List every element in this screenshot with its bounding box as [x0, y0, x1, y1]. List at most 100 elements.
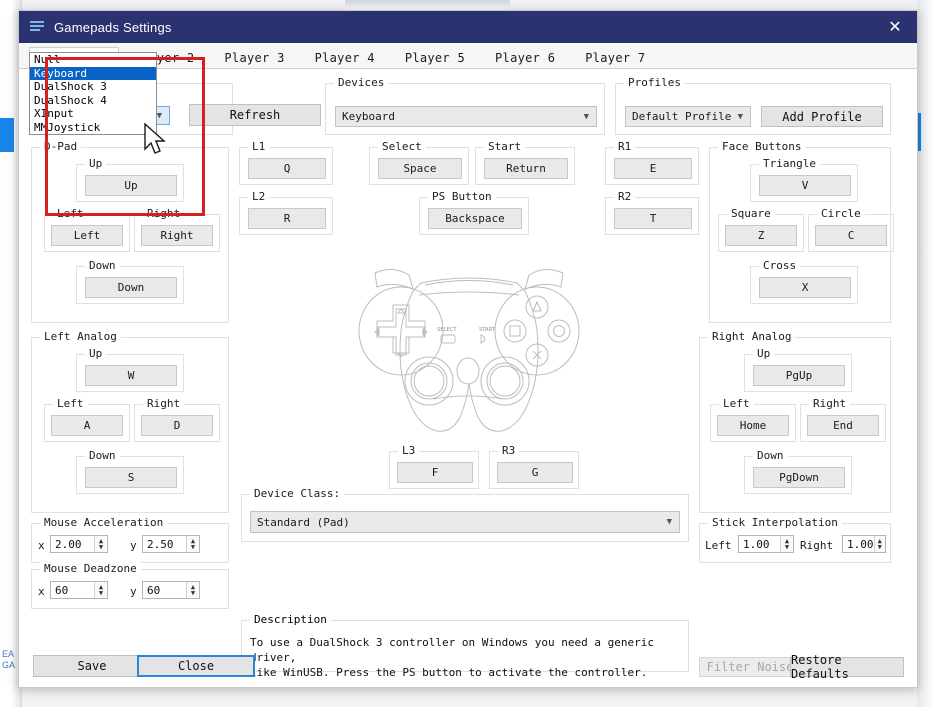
- mouse-deadzone-y-stepper[interactable]: 60 ▲ ▼: [142, 581, 200, 599]
- select-binding-button[interactable]: Space: [378, 158, 462, 179]
- handlers-option-mmjoystick[interactable]: MMJoystick: [30, 121, 156, 135]
- description-line-1: To use a DualShock 3 controller on Windo…: [250, 636, 654, 664]
- ps-binding-button[interactable]: Backspace: [428, 208, 522, 229]
- devices-select-value: Keyboard: [342, 110, 395, 123]
- l3-binding-button[interactable]: F: [397, 462, 473, 483]
- stick-interp-right-value: 1.00: [847, 537, 874, 551]
- handlers-option-dualshock-3[interactable]: DualShock 3: [30, 80, 156, 94]
- dpad-left-group: Left Left: [44, 207, 130, 252]
- add-profile-button[interactable]: Add Profile: [761, 106, 883, 127]
- left-analog-right-binding-button[interactable]: D: [141, 415, 213, 436]
- restore-defaults-button[interactable]: Restore Defaults: [790, 653, 904, 681]
- mouse-deadzone-group: Mouse Deadzone x 60 ▲ ▼ y 60 ▲ ▼: [31, 562, 229, 609]
- mouse-deadzone-label: Mouse Deadzone: [40, 562, 141, 575]
- stepper-arrows-icon[interactable]: ▲ ▼: [94, 582, 107, 598]
- stepper-arrows-icon[interactable]: ▲ ▼: [873, 536, 885, 552]
- mouse-deadzone-x-value: 60: [55, 583, 69, 597]
- dpad-left-binding-button[interactable]: Left: [51, 225, 123, 246]
- left-analog-right-label: Right: [143, 397, 185, 410]
- triangle-label: Triangle: [759, 157, 820, 170]
- stepper-arrows-icon[interactable]: ▲ ▼: [780, 536, 793, 552]
- triangle-group: Triangle V: [750, 157, 858, 202]
- chevron-down-icon: ▼: [583, 111, 589, 122]
- description-label: Description: [250, 613, 331, 626]
- cross-binding-button[interactable]: X: [759, 277, 851, 298]
- ps-button-group: PS Button Backspace: [419, 190, 529, 235]
- right-analog-down-label: Down: [753, 449, 788, 462]
- r2-binding-button[interactable]: T: [614, 208, 692, 229]
- refresh-button[interactable]: Refresh: [189, 104, 321, 126]
- stepper-arrows-icon[interactable]: ▲ ▼: [94, 536, 107, 552]
- l3-label: L3: [398, 444, 420, 457]
- devices-select[interactable]: Keyboard ▼: [335, 106, 597, 127]
- l1-group: L1 Q: [239, 140, 333, 185]
- tab-player-4[interactable]: Player 4: [300, 47, 390, 68]
- circle-group: Circle C: [808, 207, 894, 252]
- right-analog-up-label: Up: [753, 347, 775, 360]
- left-analog-down-group: Down S: [76, 449, 184, 494]
- stick-interpolation-group: Stick Interpolation Left 1.00 ▲ ▼ Right 1…: [699, 516, 891, 563]
- close-button[interactable]: Close: [137, 655, 255, 677]
- mouse-accel-x-stepper[interactable]: 2.00 ▲ ▼: [50, 535, 108, 553]
- dpad-right-group: Right Right: [134, 207, 220, 252]
- handlers-dropdown-list[interactable]: Null Keyboard DualShock 3 DualShock 4 XI…: [29, 52, 157, 135]
- circle-binding-button[interactable]: C: [815, 225, 887, 246]
- left-analog-left-binding-button[interactable]: A: [51, 415, 123, 436]
- start-binding-button[interactable]: Return: [484, 158, 568, 179]
- dpad-right-label: Right: [143, 207, 185, 220]
- mouse-deadzone-y-label: y: [130, 585, 137, 598]
- left-analog-up-binding-button[interactable]: W: [85, 365, 177, 386]
- profile-select[interactable]: Default Profile ▼: [625, 106, 751, 127]
- start-group: Start Return: [475, 140, 575, 185]
- handlers-option-dualshock-4[interactable]: DualShock 4: [30, 94, 156, 108]
- pad-select-label: SELECT: [437, 327, 457, 333]
- tab-player-7[interactable]: Player 7: [570, 47, 660, 68]
- stick-interp-left-stepper[interactable]: 1.00 ▲ ▼: [738, 535, 794, 553]
- right-analog-up-binding-button[interactable]: PgUp: [753, 365, 845, 386]
- left-analog-down-binding-button[interactable]: S: [85, 467, 177, 488]
- handlers-option-null[interactable]: Null: [30, 53, 156, 67]
- r3-binding-button[interactable]: G: [497, 462, 573, 483]
- r1-binding-button[interactable]: E: [614, 158, 692, 179]
- background-window-edge: [345, 0, 510, 10]
- square-binding-button[interactable]: Z: [725, 225, 797, 246]
- background-blue-chip-left: [0, 118, 14, 152]
- device-class-select[interactable]: Standard (Pad) ▼: [250, 511, 680, 533]
- handlers-option-keyboard[interactable]: Keyboard: [30, 66, 156, 80]
- stick-interp-right-label: Right: [800, 539, 834, 552]
- handlers-option-xinput[interactable]: XInput: [30, 107, 156, 121]
- triangle-binding-button[interactable]: V: [759, 175, 851, 196]
- r2-group: R2 T: [605, 190, 699, 235]
- filter-noise-button[interactable]: Filter Noise: [699, 657, 801, 677]
- devices-group: Devices Keyboard ▼: [325, 76, 605, 135]
- right-analog-group-label: Right Analog: [708, 330, 796, 343]
- dpad-up-binding-button[interactable]: Up: [85, 175, 177, 196]
- title-bar: Gamepads Settings ✕: [19, 11, 917, 43]
- mouse-deadzone-x-stepper[interactable]: 60 ▲ ▼: [50, 581, 108, 599]
- mouse-deadzone-x-label: x: [38, 585, 45, 598]
- device-class-value: Standard (Pad): [257, 515, 350, 529]
- dpad-right-binding-button[interactable]: Right: [141, 225, 213, 246]
- tab-player-6[interactable]: Player 6: [480, 47, 570, 68]
- mouse-accel-y-stepper[interactable]: 2.50 ▲ ▼: [142, 535, 200, 553]
- l3-group: L3 F: [389, 444, 479, 489]
- l2-binding-button[interactable]: R: [248, 208, 326, 229]
- left-analog-group-label: Left Analog: [40, 330, 121, 343]
- close-icon[interactable]: ✕: [873, 11, 917, 43]
- select-group: Select Space: [369, 140, 469, 185]
- right-analog-right-binding-button[interactable]: End: [807, 415, 879, 436]
- stick-interp-right-stepper[interactable]: 1.00 ▲ ▼: [842, 535, 886, 553]
- right-analog-left-binding-button[interactable]: Home: [717, 415, 789, 436]
- stepper-arrows-icon[interactable]: ▲ ▼: [186, 536, 199, 552]
- gamepads-settings-window: Gamepads Settings ✕ Player 1 Player 2 Pl…: [18, 10, 918, 688]
- tab-player-5[interactable]: Player 5: [390, 47, 480, 68]
- stepper-arrows-icon[interactable]: ▲ ▼: [186, 582, 199, 598]
- right-analog-down-binding-button[interactable]: PgDown: [753, 467, 845, 488]
- save-button[interactable]: Save: [33, 655, 151, 677]
- left-analog-down-label: Down: [85, 449, 120, 462]
- l1-binding-button[interactable]: Q: [248, 158, 326, 179]
- dpad-down-binding-button[interactable]: Down: [85, 277, 177, 298]
- tab-player-3[interactable]: Player 3: [209, 47, 299, 68]
- stick-interp-left-value: 1.00: [743, 537, 770, 551]
- square-group: Square Z: [718, 207, 804, 252]
